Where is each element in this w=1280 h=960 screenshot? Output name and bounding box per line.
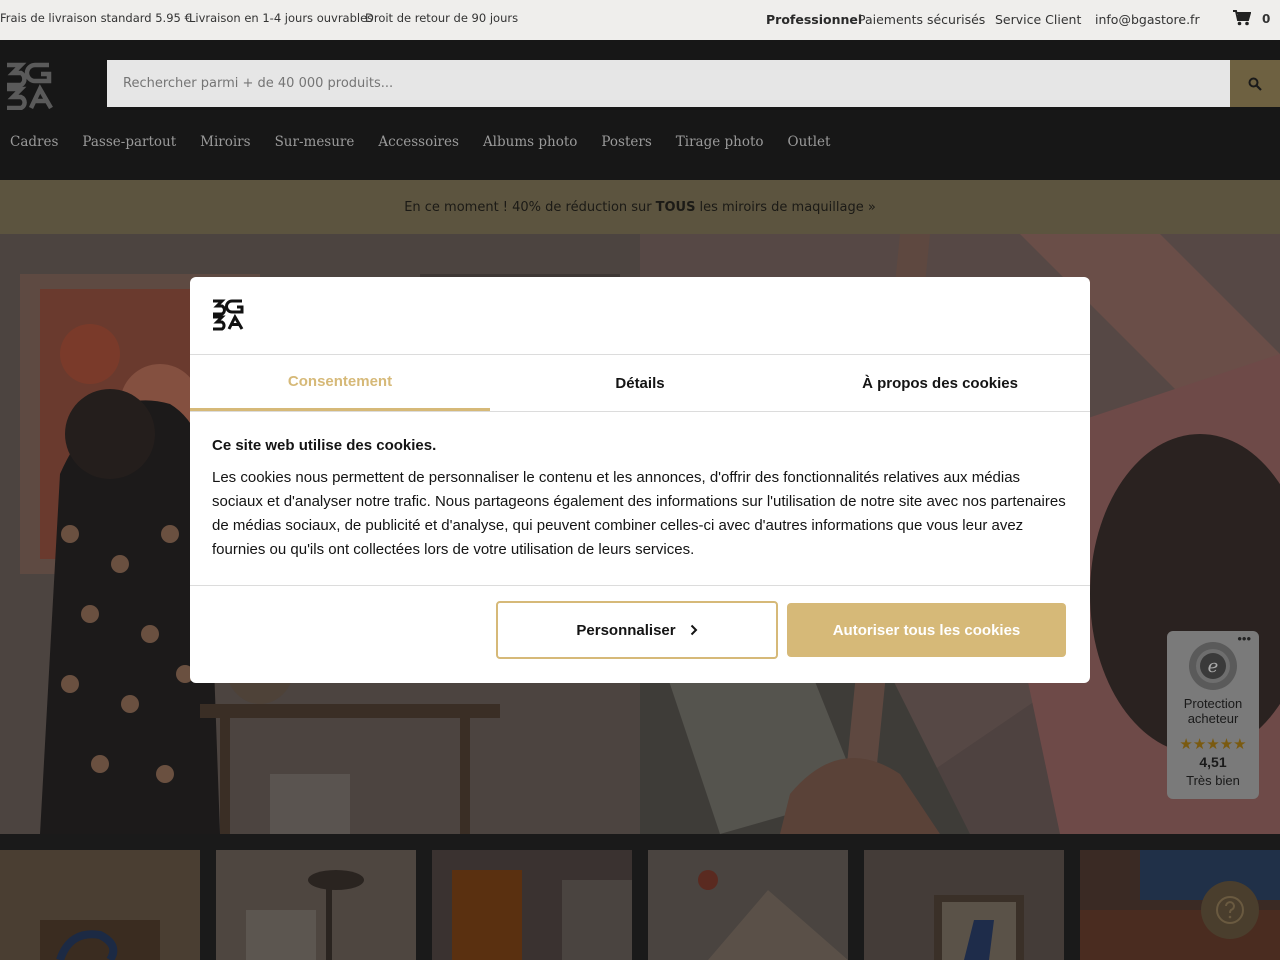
more-options-icon[interactable]: •••	[1237, 631, 1251, 646]
nav-item-miroirs[interactable]: Miroirs	[200, 134, 250, 150]
cart-icon[interactable]	[1233, 10, 1251, 26]
bga-logo[interactable]	[5, 62, 55, 110]
nav-item-passe-partout[interactable]: Passe-partout	[82, 134, 176, 150]
nav-item-posters[interactable]: Posters	[601, 134, 651, 150]
divider	[190, 411, 1090, 412]
promo-text-bold: TOUS	[655, 199, 696, 215]
cookie-title: Ce site web utilise des cookies.	[212, 437, 437, 454]
thumbnail-4[interactable]	[648, 850, 848, 960]
nav-item-accessoires[interactable]: Accessoires	[378, 134, 459, 150]
nav-item-sur-mesure[interactable]: Sur-mesure	[275, 134, 355, 150]
allow-all-cookies-button[interactable]: Autoriser tous les cookies	[787, 603, 1066, 657]
bga-logo	[213, 299, 244, 331]
shipping-info: Frais de livraison standard 5.95 €	[0, 11, 192, 25]
promo-text-before: En ce moment ! 40% de réduction sur	[404, 199, 652, 215]
trusted-shops-widget[interactable]: ••• e Protection acheteur ★★★★★ 4,51 Trè…	[1167, 631, 1259, 799]
divider	[190, 585, 1090, 586]
cookie-description: Les cookies nous permettent de personnal…	[212, 469, 1066, 558]
nav-item-outlet[interactable]: Outlet	[788, 134, 831, 150]
email-link[interactable]: info@bgastore.fr	[1095, 12, 1200, 27]
category-thumbnails	[0, 850, 1280, 960]
search-icon	[1248, 77, 1262, 91]
thumbnail-5[interactable]	[864, 850, 1064, 960]
trusted-shops-badge-icon: e	[1189, 642, 1237, 690]
delivery-info: Livraison en 1-4 jours ouvrables	[189, 11, 374, 25]
secure-payments-link[interactable]: Paiements sécurisés	[858, 12, 985, 27]
nav-item-tirage-photo[interactable]: Tirage photo	[676, 134, 764, 150]
buyer-protection-label: Protection acheteur	[1183, 696, 1243, 726]
returns-info: Droit de retour de 90 jours	[365, 11, 519, 25]
professional-link[interactable]: Professionnel	[766, 12, 862, 27]
cookie-tabs: Consentement Détails À propos des cookie…	[190, 355, 1090, 411]
chevron-right-icon	[690, 624, 698, 636]
thumbnail-1[interactable]	[0, 850, 200, 960]
rating-stars: ★★★★★	[1179, 736, 1247, 753]
tab-details[interactable]: Détails	[490, 355, 790, 411]
promo-banner[interactable]: En ce moment ! 40% de réduction sur TOUS…	[0, 180, 1280, 234]
thumbnail-2[interactable]	[216, 850, 416, 960]
svg-text:e: e	[1208, 656, 1219, 677]
promo-text-after: les miroirs de maquillage »	[699, 199, 876, 215]
rating-text: Très bien	[1186, 773, 1240, 788]
question-mark-icon	[1216, 896, 1244, 924]
search-button[interactable]	[1230, 60, 1280, 107]
help-button[interactable]	[1201, 881, 1259, 939]
cart-count[interactable]: 0	[1262, 12, 1270, 26]
customer-service-link[interactable]: Service Client	[995, 12, 1081, 27]
tab-consentement[interactable]: Consentement	[190, 355, 490, 411]
customize-button[interactable]: Personnaliser	[496, 601, 778, 659]
top-info-bar: Frais de livraison standard 5.95 € Livra…	[0, 0, 1280, 40]
nav-item-albums-photo[interactable]: Albums photo	[483, 134, 577, 150]
search-input[interactable]	[107, 60, 1230, 107]
customize-label: Personnaliser	[576, 621, 676, 639]
site-header: Cadres Passe-partout Miroirs Sur-mesure …	[0, 40, 1280, 180]
thumbnail-3[interactable]	[432, 850, 632, 960]
tab-about-cookies[interactable]: À propos des cookies	[790, 355, 1090, 411]
main-nav: Cadres Passe-partout Miroirs Sur-mesure …	[10, 134, 854, 150]
nav-item-cadres[interactable]: Cadres	[10, 134, 58, 150]
rating-score: 4,51	[1199, 754, 1227, 770]
cookie-consent-dialog: Consentement Détails À propos des cookie…	[190, 277, 1090, 683]
